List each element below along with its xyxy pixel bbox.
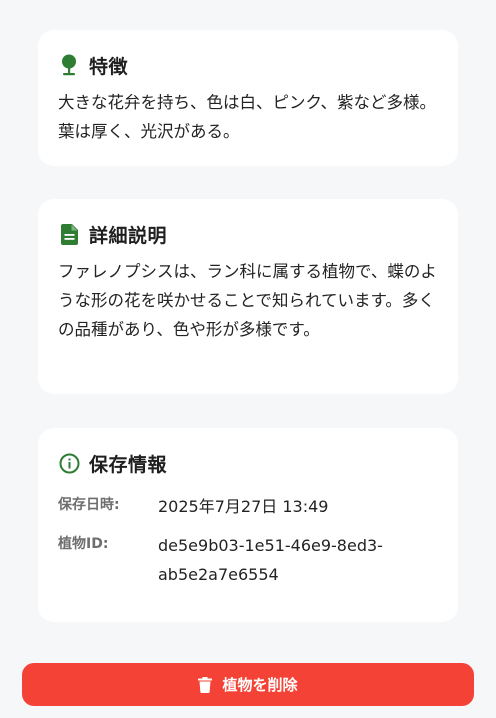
saved-date-row: 保存日時: 2025年7月27日 13:49 [58,492,438,521]
features-text: 大きな花弁を持ち、色は白、ピンク、紫など多様。葉は厚く、光沢がある。 [58,93,437,141]
delete-plant-label: 植物を削除 [222,676,298,694]
features-title: 特徴 [89,55,129,78]
delete-plant-button[interactable]: 植物を削除 [22,663,474,706]
trash-icon [198,676,213,693]
detail-card: 詳細説明 ファレノプシスは、ラン科に属する植物で、蝶のような形の花を咲かせること… [38,199,458,394]
plant-id-row: 植物ID: de5e9b03-1e51-46e9-8ed3-ab5e2a7e65… [58,531,438,589]
detail-header: 詳細説明 [58,221,438,247]
info-icon [58,452,80,474]
features-card: 特徴 大きな花弁を持ち、色は白、ピンク、紫など多様。葉は厚く、光沢がある。 [38,30,458,166]
saved-date-label: 保存日時: [58,497,120,513]
plant-id-value: de5e9b03-1e51-46e9-8ed3-ab5e2a7e6554 [158,536,383,584]
features-header: 特徴 [58,52,438,78]
detail-title: 詳細説明 [89,224,168,247]
save-info-title: 保存情報 [89,453,168,476]
save-info-card: 保存情報 保存日時: 2025年7月27日 13:49 植物ID: de5e9b… [38,428,458,622]
tree-icon [58,54,80,76]
detail-text: ファレノプシスは、ラン科に属する植物で、蝶のような形の花を咲かせることで知られて… [58,262,437,339]
save-info-header: 保存情報 [58,450,438,476]
plant-id-label: 植物ID: [58,536,109,552]
document-icon [58,223,80,245]
saved-date-value: 2025年7月27日 13:49 [158,497,329,516]
